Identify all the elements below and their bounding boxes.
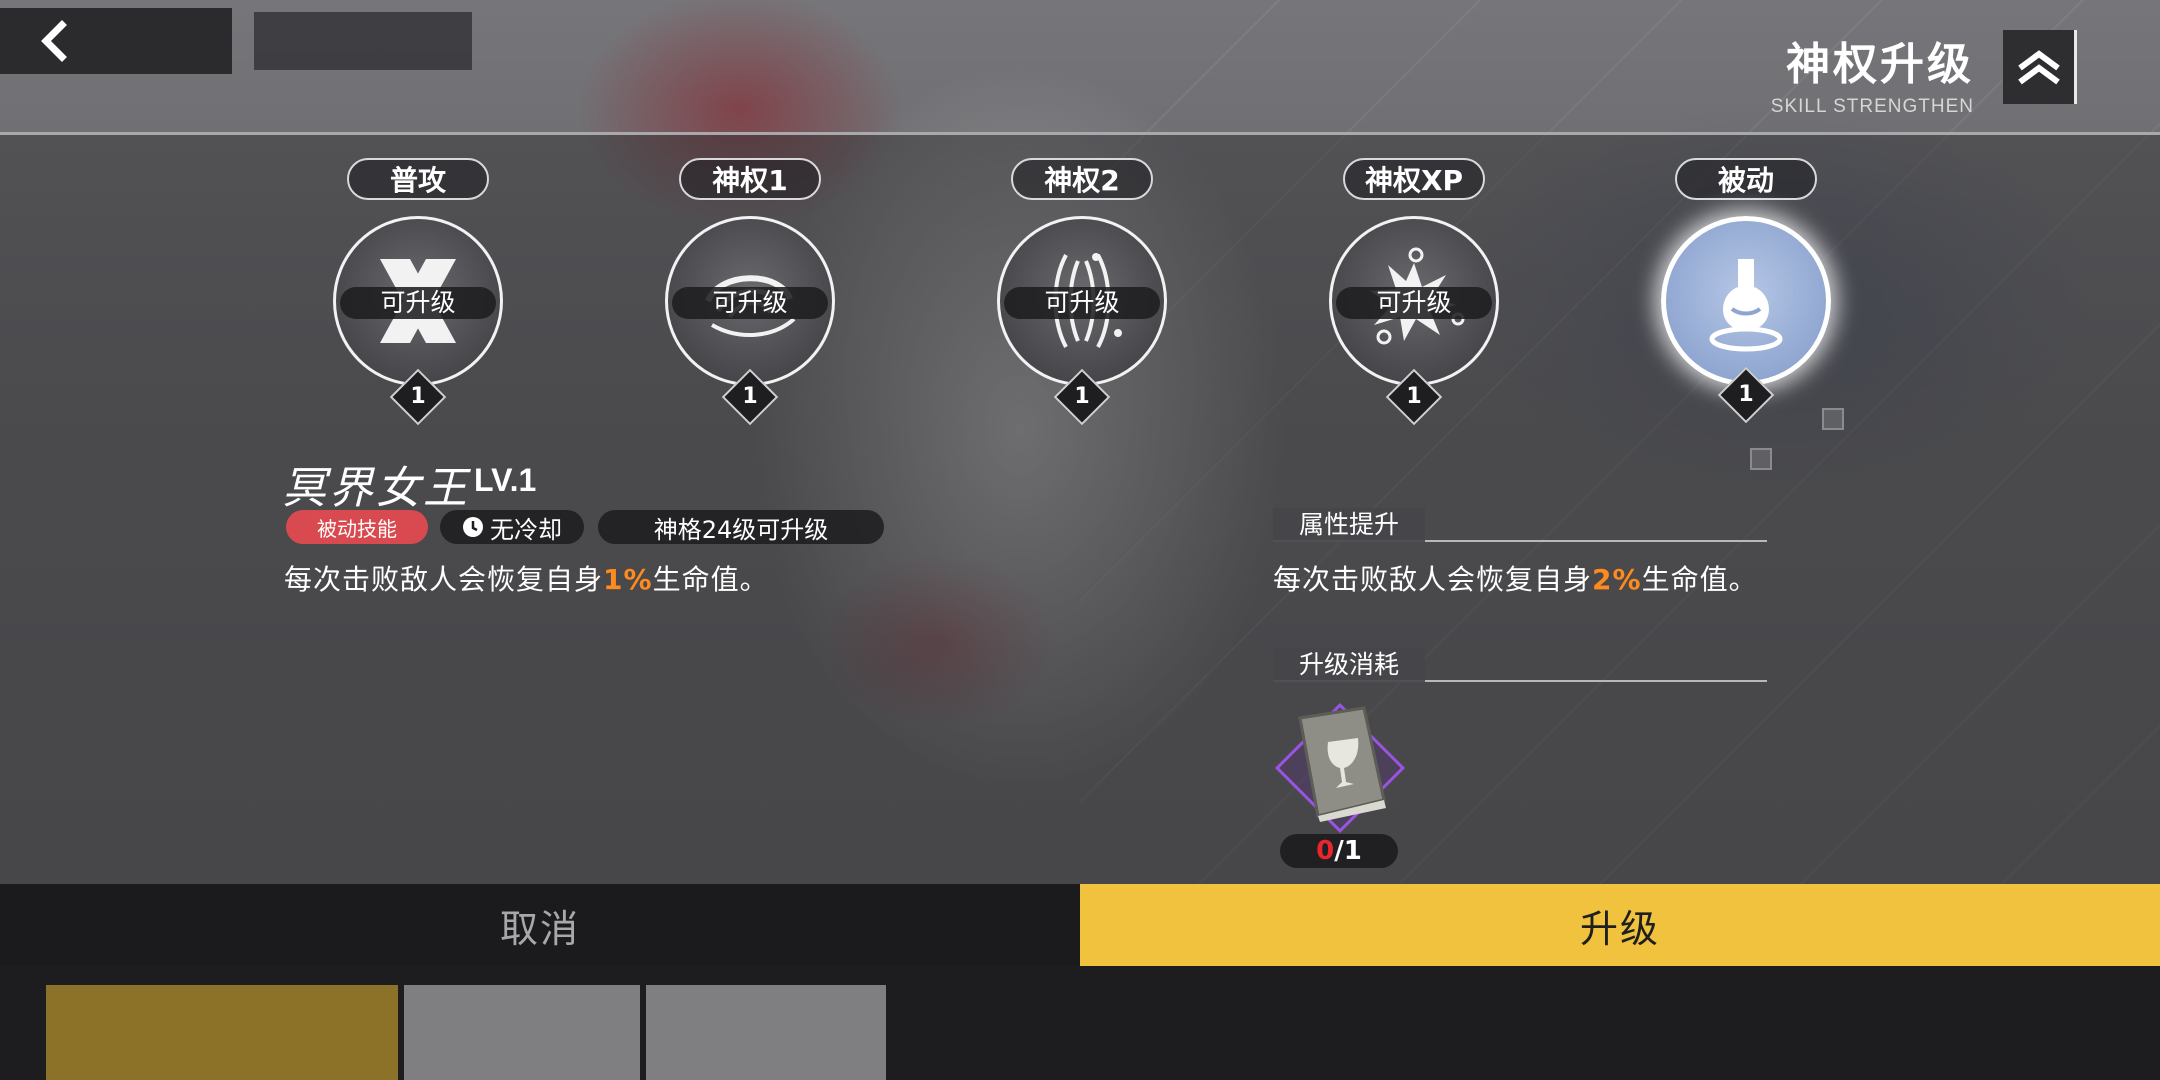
cancel-button[interactable]: 取消 bbox=[0, 884, 1080, 966]
requirement-tag: 神格24级可升级 bbox=[598, 510, 884, 544]
upgradable-badge: 可升级 bbox=[1004, 287, 1160, 319]
decor-square bbox=[1750, 448, 1772, 470]
attr-description: 每次击败敌人会恢复自身2%生命值。 bbox=[1273, 558, 1758, 598]
skill-icon-circle: 可升级 1 bbox=[333, 216, 503, 426]
decor-square bbox=[1822, 408, 1844, 430]
skill-label: 神权XP bbox=[1342, 158, 1486, 200]
skill-name: 冥界女王 bbox=[282, 463, 470, 514]
upgradable-badge: 可升级 bbox=[672, 287, 828, 319]
attr-suffix: 生命值。 bbox=[1641, 563, 1758, 596]
skill-level: 1 bbox=[410, 384, 426, 409]
skill-level: 1 bbox=[1738, 382, 1754, 407]
cost-heading-label: 升级消耗 bbox=[1273, 648, 1426, 682]
skill-icon-circle: 可升级 1 bbox=[1329, 216, 1499, 426]
skill-tab-passive[interactable]: 被动 1 bbox=[1636, 158, 1856, 424]
cost-need: /1 bbox=[1334, 836, 1362, 866]
cooldown-text: 无冷却 bbox=[490, 515, 562, 544]
upgrade-button[interactable]: 升级 bbox=[1080, 884, 2160, 966]
cost-have: 0 bbox=[1316, 836, 1335, 866]
attr-prefix: 每次击败敌人会恢复自身 bbox=[1273, 563, 1593, 596]
skill-icon-circle: 可升级 1 bbox=[997, 216, 1167, 426]
skill-level-text: LV.1 bbox=[474, 462, 537, 498]
title-block: 神权升级 SKILL STRENGTHEN bbox=[1771, 28, 1974, 118]
page-title: 神权升级 bbox=[1786, 39, 1974, 90]
cooldown-tag: 无冷却 bbox=[440, 510, 584, 544]
skill-label: 神权2 bbox=[1011, 158, 1153, 200]
clock-icon bbox=[463, 517, 483, 537]
background-tab bbox=[46, 985, 398, 1080]
skill-type-tag: 被动技能 bbox=[286, 510, 428, 544]
skill-label: 普攻 bbox=[347, 158, 489, 200]
desc-value: 1% bbox=[603, 563, 653, 596]
skill-label: 被动 bbox=[1675, 158, 1817, 200]
skill-icon-circle: 可升级 1 bbox=[665, 216, 835, 426]
page-subtitle: SKILL STRENGTHEN bbox=[1770, 96, 1974, 117]
background-tab bbox=[646, 985, 886, 1080]
upgradable-badge: 可升级 bbox=[340, 287, 496, 319]
cost-count: 0/1 bbox=[1280, 834, 1398, 868]
potion-flask-icon bbox=[1709, 259, 1783, 352]
top-ghost-tab bbox=[254, 12, 472, 70]
attr-heading-label: 属性提升 bbox=[1273, 508, 1426, 542]
background-tab bbox=[404, 985, 640, 1080]
back-button[interactable] bbox=[0, 8, 232, 74]
cost-heading: 升级消耗 bbox=[1273, 648, 1767, 682]
desc-prefix: 每次击败敌人会恢复自身 bbox=[284, 563, 604, 596]
upgradable-badge: 可升级 bbox=[1336, 287, 1492, 319]
skill-tab-power-2[interactable]: 神权2 可升级 1 bbox=[972, 158, 1192, 426]
attr-value: 2% bbox=[1592, 563, 1642, 596]
cost-item[interactable] bbox=[1272, 700, 1408, 836]
skill-icon-circle-selected: 1 bbox=[1661, 216, 1831, 424]
skill-level: 1 bbox=[1406, 384, 1422, 409]
double-chevron-up-icon bbox=[2003, 30, 2077, 104]
skill-level: 1 bbox=[1074, 384, 1090, 409]
desc-suffix: 生命值。 bbox=[652, 563, 769, 596]
skill-level: 1 bbox=[742, 384, 758, 409]
skill-tab-power-1[interactable]: 神权1 可升级 1 bbox=[640, 158, 860, 426]
chevron-left-icon bbox=[41, 20, 67, 62]
skill-tab-basic-attack[interactable]: 普攻 可升级 1 bbox=[308, 158, 528, 426]
grail-book-icon bbox=[1298, 706, 1386, 822]
skill-tab-power-xp[interactable]: 神权XP 可升级 1 bbox=[1304, 158, 1524, 426]
skill-label: 神权1 bbox=[679, 158, 821, 200]
skill-description: 每次击败敌人会恢复自身1%生命值。 bbox=[284, 558, 769, 598]
attr-heading: 属性提升 bbox=[1273, 508, 1767, 542]
